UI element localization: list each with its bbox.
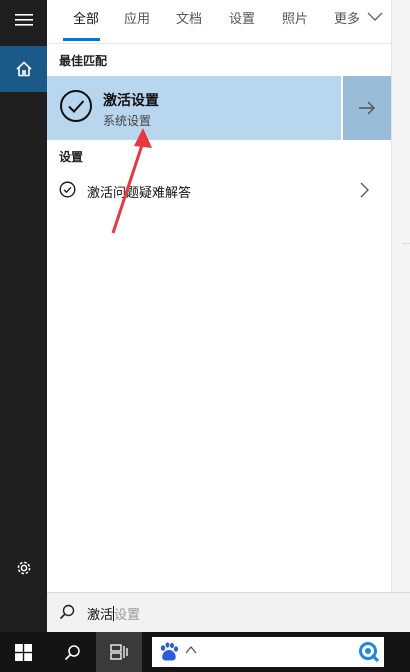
best-match-result[interactable]: 激活设置 系统设置 bbox=[47, 76, 341, 140]
best-match-heading: 最佳匹配 bbox=[59, 54, 108, 68]
taskbar-search-button[interactable] bbox=[49, 632, 95, 672]
chevron-right-icon[interactable] bbox=[360, 182, 370, 198]
task-view-icon bbox=[110, 644, 128, 660]
tab-settings[interactable]: 设置 bbox=[229, 8, 255, 27]
home-icon bbox=[15, 61, 32, 77]
baidu-paw-icon[interactable] bbox=[158, 642, 180, 662]
open-best-match-button[interactable] bbox=[343, 76, 391, 140]
tab-apps[interactable]: 应用 bbox=[124, 8, 150, 27]
search-icon bbox=[64, 644, 80, 660]
baidu-search-toolbar[interactable] bbox=[152, 637, 384, 667]
settings-button[interactable] bbox=[0, 545, 47, 591]
active-tab-indicator bbox=[63, 38, 100, 41]
best-match-subtitle: 系统设置 bbox=[103, 114, 152, 128]
search-results-panel: 全部 应用 文档 设置 照片 更多 最佳匹配 激活设置 系统设置 设置 激活问题… bbox=[47, 0, 391, 592]
checkmark-circle-icon bbox=[60, 90, 92, 122]
left-rail bbox=[0, 0, 47, 632]
arrow-right-icon bbox=[359, 101, 375, 115]
search-autocomplete-hint: 设置 bbox=[114, 608, 141, 623]
filter-tabs: 全部 应用 文档 设置 照片 更多 bbox=[47, 0, 391, 44]
best-match-title: 激活设置 bbox=[103, 93, 159, 109]
divider bbox=[402, 243, 410, 244]
setting-item-label: 激活问题疑难解答 bbox=[87, 186, 192, 201]
chevron-up-icon[interactable] bbox=[185, 645, 197, 655]
tab-photos[interactable]: 照片 bbox=[282, 8, 308, 27]
task-view-button[interactable] bbox=[96, 632, 142, 672]
search-box[interactable]: 激活设置 bbox=[47, 592, 410, 632]
gear-icon bbox=[17, 561, 30, 575]
hamburger-icon bbox=[14, 14, 33, 26]
tab-documents[interactable]: 文档 bbox=[176, 8, 202, 27]
taskbar bbox=[0, 632, 410, 672]
preview-pane-edge bbox=[391, 0, 410, 592]
search-typed-text: 激活 bbox=[87, 608, 114, 623]
search-input[interactable]: 激活设置 bbox=[87, 604, 140, 623]
list-item[interactable]: 激活问题疑难解答 bbox=[47, 173, 391, 207]
tab-more[interactable]: 更多 bbox=[334, 8, 360, 27]
home-button[interactable] bbox=[0, 46, 47, 92]
settings-section-heading: 设置 bbox=[59, 150, 84, 164]
hamburger-menu-button[interactable] bbox=[0, 0, 47, 40]
chevron-down-icon[interactable] bbox=[367, 12, 383, 22]
start-button[interactable] bbox=[0, 632, 47, 672]
checkmark-circle-icon bbox=[59, 181, 76, 198]
windows-start-icon bbox=[15, 643, 32, 661]
search-icon bbox=[59, 604, 75, 620]
tab-all[interactable]: 全部 bbox=[73, 8, 99, 27]
q-app-icon[interactable] bbox=[358, 641, 380, 663]
